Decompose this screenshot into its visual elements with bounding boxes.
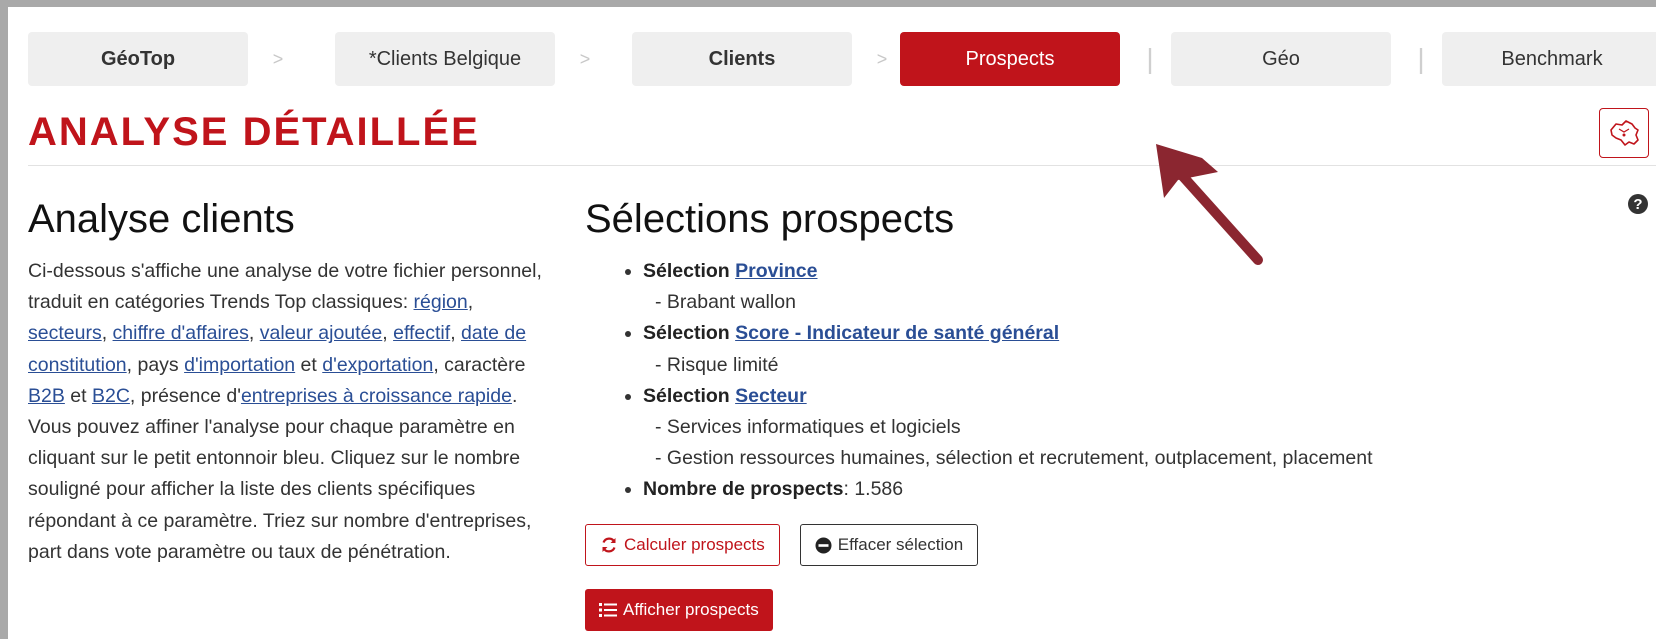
nav-separator: >: [876, 48, 888, 69]
divider: [28, 165, 1656, 166]
list-item: Sélection Score - Indicateur de santé gé…: [643, 318, 1635, 380]
tab-benchmark[interactable]: Benchmark: [1442, 32, 1656, 86]
link-croissance-rapide[interactable]: entreprises à croissance rapide: [241, 385, 512, 407]
nav-separator: >: [579, 48, 591, 69]
nav-divider: |: [1146, 43, 1154, 74]
belgium-map-icon: [1610, 120, 1639, 146]
selection-value: - Gestion ressources humaines, sélection…: [655, 447, 1373, 470]
selection-list: Sélection Province - Brabant wallon Séle…: [585, 256, 1635, 506]
link-b2c[interactable]: B2C: [92, 385, 130, 407]
list-item: Nombre de prospects: 1.586: [643, 474, 1635, 505]
list-item: Sélection Province - Brabant wallon: [643, 256, 1635, 318]
prospect-selections-heading: Sélections prospects: [585, 197, 955, 241]
link-province[interactable]: Province: [735, 260, 817, 282]
link-exportation[interactable]: d'exportation: [322, 354, 433, 376]
clear-selection-button[interactable]: Effacer sélection: [799, 524, 979, 566]
tab-clients-belgique[interactable]: *Clients Belgique: [335, 32, 555, 86]
link-effectif[interactable]: effectif: [393, 322, 450, 344]
show-prospects-button[interactable]: Afficher prospects: [585, 589, 773, 631]
action-buttons: Calculer prospects Effacer sélection: [585, 524, 979, 566]
prospect-count-value: 1.586: [854, 478, 904, 501]
map-button[interactable]: [1599, 108, 1649, 158]
nav-separator: >: [272, 48, 284, 69]
client-analysis-text: Ci-dessous s'affiche une analyse de votr…: [28, 260, 542, 563]
top-nav: GéoTop > *Clients Belgique > Clients > P…: [28, 32, 1656, 86]
tab-prospects[interactable]: Prospects: [900, 32, 1120, 86]
link-region[interactable]: région: [414, 291, 468, 313]
list-item: Sélection Secteur - Services informatiqu…: [643, 381, 1635, 475]
list-icon: [599, 603, 617, 617]
refresh-icon: [602, 537, 616, 553]
annotation-arrow-icon: [1156, 144, 1263, 265]
tab-geotop[interactable]: GéoTop: [28, 32, 248, 86]
minus-circle-icon: [815, 537, 832, 553]
link-importation[interactable]: d'importation: [184, 354, 295, 376]
client-analysis-heading: Analyse clients: [28, 197, 295, 241]
selection-value: - Brabant wallon: [655, 291, 796, 314]
calculate-prospects-button[interactable]: Calculer prospects: [585, 524, 780, 566]
page-title: ANALYSE DÉTAILLÉE: [28, 110, 480, 154]
link-secteur[interactable]: Secteur: [735, 385, 807, 407]
prospect-selections-section: Sélections prospects Sélection Province …: [585, 197, 1635, 506]
link-chiffre-affaires[interactable]: chiffre d'affaires: [113, 322, 249, 344]
link-score[interactable]: Score - Indicateur de santé général: [735, 322, 1059, 344]
link-b2b[interactable]: B2B: [28, 385, 65, 407]
nav-divider: |: [1417, 43, 1425, 74]
link-valeur-ajoutee[interactable]: valeur ajoutée: [260, 322, 383, 344]
selection-value: - Services informatiques et logiciels: [655, 416, 961, 439]
selection-value: - Risque limité: [655, 353, 779, 376]
tab-clients[interactable]: Clients: [632, 32, 852, 86]
client-analysis-section: Analyse clients Ci-dessous s'affiche une…: [28, 197, 548, 568]
tab-geo[interactable]: Géo: [1171, 32, 1391, 86]
link-secteurs[interactable]: secteurs: [28, 322, 102, 344]
app-frame: GéoTop > *Clients Belgique > Clients > P…: [8, 7, 1656, 639]
prospect-count-label: Nombre de prospects: [643, 478, 844, 501]
